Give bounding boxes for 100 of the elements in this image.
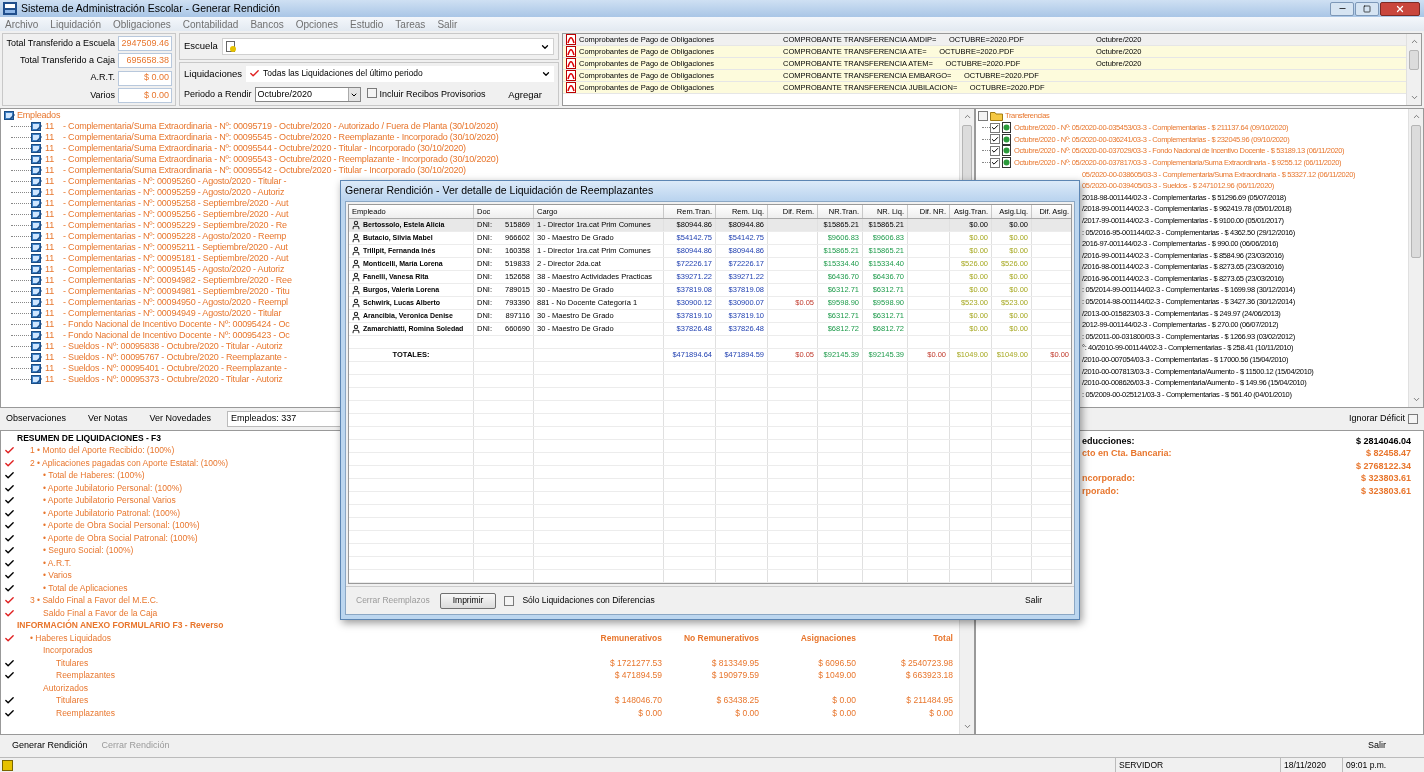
add-button[interactable]: Agregar	[508, 87, 542, 102]
close-icon	[1395, 3, 1405, 14]
checkbox[interactable]	[990, 134, 1000, 145]
menu-item[interactable]: Tareas	[395, 16, 426, 32]
summary-item: RESUMEN DE LIQUIDACIONES - F3	[17, 431, 162, 445]
summary-item: 3 • Saldo Final a Favor del M.E.C.	[30, 594, 159, 608]
document-icon	[1002, 122, 1011, 134]
notebook-icon	[31, 154, 42, 165]
notebook-icon	[31, 132, 42, 143]
app-status-icon	[2, 759, 13, 771]
checkbox-label: Ignorar Déficit	[1348, 412, 1405, 426]
notebook-icon	[31, 231, 42, 242]
pdf-icon	[566, 58, 576, 69]
checkbox[interactable]	[978, 111, 988, 121]
pdf-icon	[566, 46, 576, 57]
summary-item: • Total de Haberes: (100%)	[43, 469, 145, 483]
amount: $ 813349.95	[710, 656, 759, 670]
summary-item: Incorporados	[43, 644, 93, 658]
action-button[interactable]: Generar Rendición	[12, 739, 88, 753]
document-icon	[225, 40, 237, 53]
person-icon	[351, 298, 361, 308]
summary-item: 1 • Monto del Aporte Recibido: (100%)	[30, 444, 175, 458]
document-icon	[1002, 157, 1011, 169]
amount: $ 323803.61	[1360, 472, 1411, 485]
checkbox[interactable]	[990, 122, 1000, 133]
amount: $ 2540723.98	[900, 656, 953, 670]
notebook-icon	[31, 319, 42, 330]
scrollbar-thumb[interactable]	[1411, 125, 1421, 258]
field-label: A.R.T.	[89, 71, 115, 85]
menu-item[interactable]: Salir	[437, 16, 458, 32]
field-label: Liquidaciones	[184, 66, 243, 81]
amount: $ 6096.50	[817, 656, 856, 670]
checkbox[interactable]	[366, 87, 377, 98]
person-icon	[351, 272, 361, 282]
maximize-icon	[1363, 4, 1371, 13]
scrollbar[interactable]	[1406, 34, 1421, 105]
school-dropdown[interactable]	[221, 38, 554, 55]
notebook-icon	[31, 352, 42, 363]
summary-item: • Aporte Jubilatorio Personal: (100%)	[43, 481, 183, 495]
amount: $ 0.00	[831, 694, 856, 708]
amount: $ 211484.95	[905, 694, 953, 708]
menu-item[interactable]: Obligaciones	[112, 16, 171, 32]
menu-item[interactable]: Estudio	[350, 16, 384, 32]
summary-label: ncorporado:	[1082, 472, 1135, 485]
amount: $ 0.00	[637, 706, 662, 720]
tab-button[interactable]: Ver Notas	[88, 412, 128, 426]
scroll-down-icon[interactable]	[962, 722, 972, 731]
notebook-icon	[31, 330, 42, 341]
minimize-button[interactable]	[1330, 1, 1354, 16]
tab-button[interactable]: Ver Novedades	[149, 412, 212, 426]
checkbox[interactable]	[1408, 414, 1418, 424]
amount: $ 148046.70	[613, 694, 662, 708]
exit-button[interactable]: Salir	[1368, 739, 1386, 753]
notebook-icon	[31, 264, 42, 275]
notebook-icon	[31, 341, 42, 352]
close-button[interactable]	[1380, 1, 1420, 16]
person-icon	[351, 324, 361, 334]
tab-button[interactable]: Observaciones	[6, 412, 67, 426]
summary-item: • Seguro Social: (100%)	[43, 544, 134, 558]
status-date: 18/11/2020	[1280, 758, 1342, 772]
period-dropdown[interactable]: Octubre/2020	[254, 87, 361, 103]
field-label: Total Transferido a Caja	[18, 54, 115, 68]
scroll-down-icon[interactable]	[1411, 395, 1421, 404]
scroll-up-icon[interactable]	[1409, 37, 1419, 46]
summary-label: educciones:	[1082, 434, 1135, 448]
column-header: No Remunerativos	[682, 631, 759, 645]
amount-field: $ 0.00	[118, 70, 172, 86]
menu-item[interactable]: Liquidación	[50, 16, 101, 32]
checkbox[interactable]	[990, 157, 1000, 168]
print-button[interactable]: Imprimir	[439, 592, 497, 609]
field-label: Escuela	[184, 39, 218, 54]
summary-item: INFORMACIÓN ANEXO FORMULARIO F3 - Reverso	[17, 619, 224, 633]
summary-item: Reemplazantes	[56, 669, 116, 683]
menu-item[interactable]: Opciones	[295, 16, 338, 32]
menu-item[interactable]: Contabilidad	[182, 16, 239, 32]
scroll-down-icon[interactable]	[1409, 93, 1419, 102]
summary-item: • Haberes Liquidados	[30, 631, 111, 645]
person-icon	[351, 233, 361, 243]
checkbox[interactable]	[504, 595, 515, 606]
scrollbar-thumb[interactable]	[1409, 50, 1419, 70]
menu-item[interactable]: Bancos	[250, 16, 284, 32]
scroll-up-icon[interactable]	[962, 112, 972, 121]
summary-item: Titulares	[56, 656, 89, 670]
maximize-button[interactable]	[1355, 1, 1379, 16]
person-icon	[351, 220, 361, 230]
amount: $ 0.00	[831, 706, 856, 720]
amount: $ 323803.61	[1360, 484, 1411, 498]
notebook-icon	[31, 363, 42, 374]
summary-item: • Varios	[43, 569, 72, 583]
window-title: Sistema de Administración Escolar - Generar Rendición	[21, 0, 281, 16]
scroll-up-icon[interactable]	[1411, 112, 1421, 121]
exit-button[interactable]: Salir	[1021, 594, 1046, 607]
checkbox[interactable]	[990, 146, 1000, 156]
notebook-icon	[31, 165, 42, 176]
amount: $ 1049.00	[817, 669, 856, 683]
notebook-icon	[31, 242, 42, 253]
scrollbar[interactable]	[1408, 109, 1423, 407]
notebook-icon	[31, 176, 42, 187]
settlements-dropdown[interactable]: Todas las Liquidaciones del último periodo	[246, 65, 554, 82]
menu-item[interactable]: Archivo	[5, 16, 39, 32]
